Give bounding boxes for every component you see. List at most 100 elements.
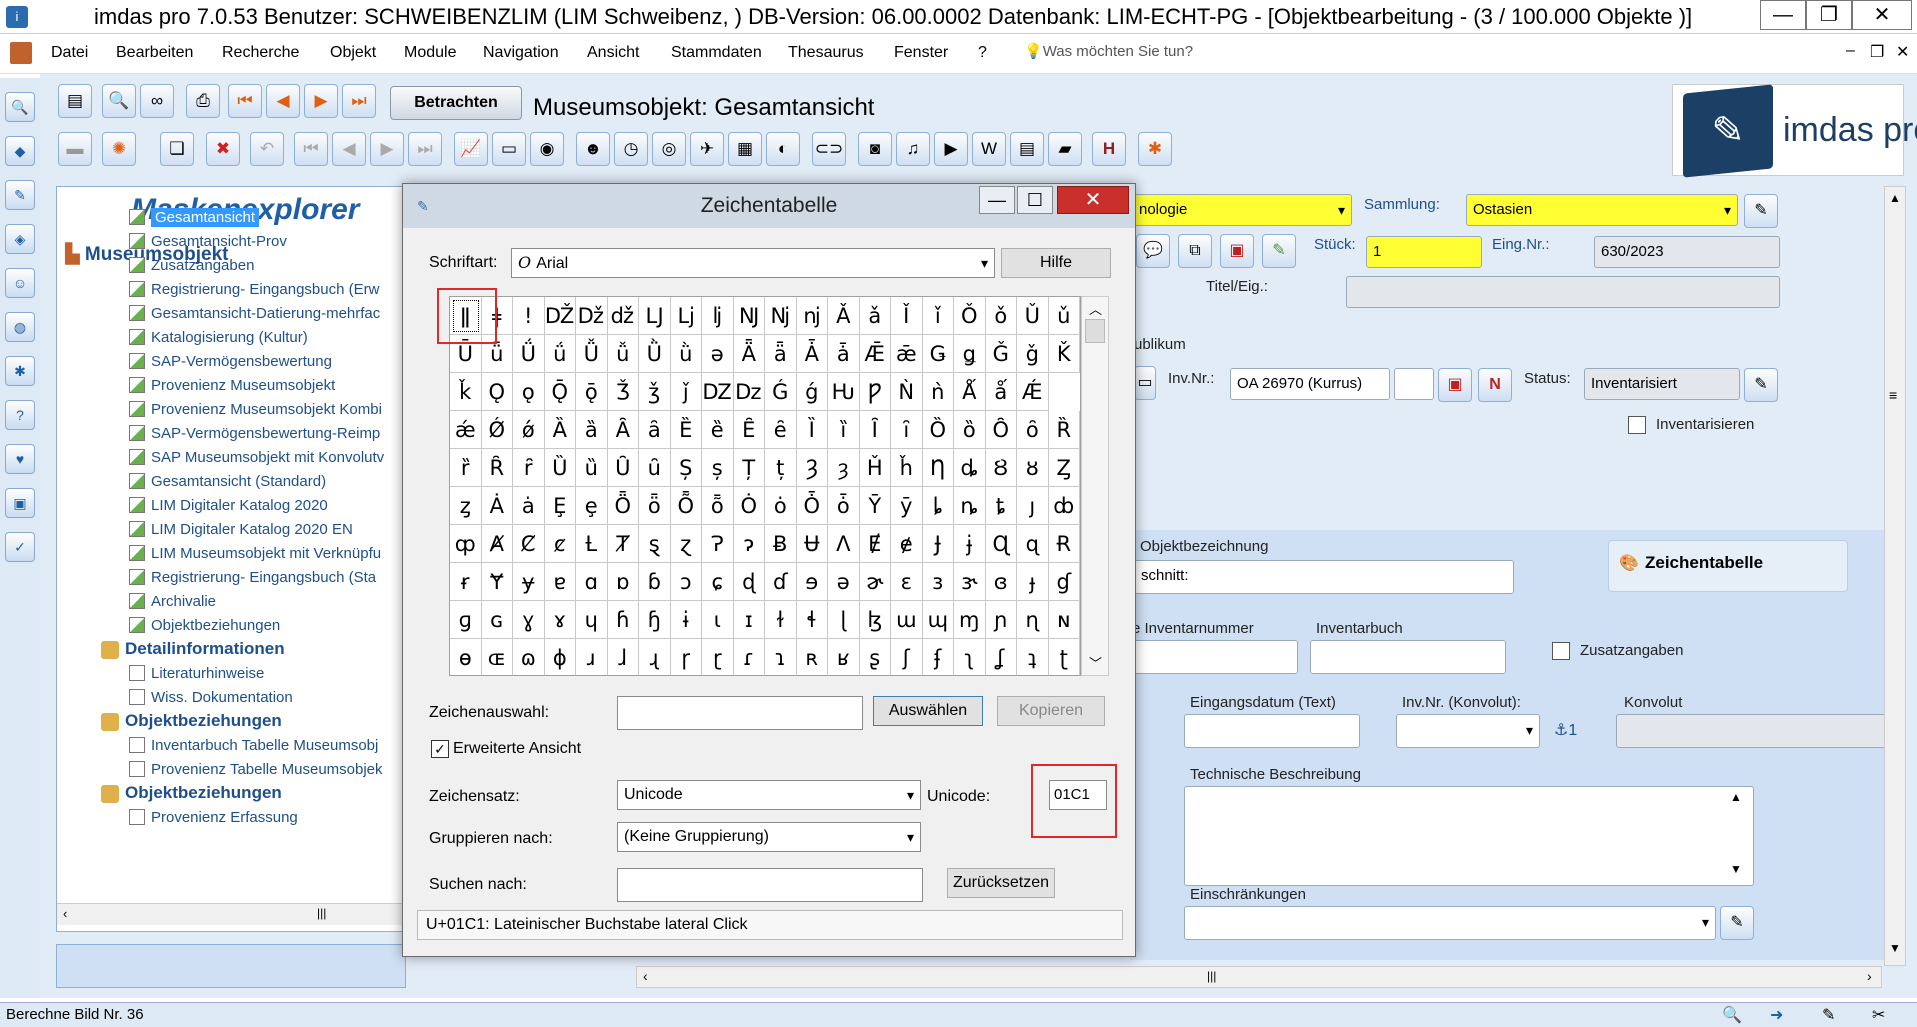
- char-cell[interactable]: Ǹ: [891, 373, 923, 411]
- undo-icon[interactable]: ↶: [250, 132, 284, 166]
- hscroll-left-icon[interactable]: ‹: [643, 968, 648, 984]
- objektbezeichnung-input[interactable]: schnitt:: [1134, 560, 1514, 594]
- char-cell[interactable]: Ȼ: [513, 525, 545, 563]
- auswaehlen-button[interactable]: Auswählen: [873, 696, 983, 726]
- form-horizontal-scrollbar[interactable]: ‹ ||| ›: [636, 966, 1882, 988]
- char-cell[interactable]: Ȓ: [481, 449, 513, 487]
- char-cell[interactable]: ɼ: [671, 639, 702, 675]
- char-cell[interactable]: ȇ: [765, 411, 797, 449]
- char-cell[interactable]: ȥ: [450, 487, 482, 525]
- char-cell[interactable]: Ǔ: [1017, 297, 1049, 335]
- char-cell[interactable]: Ʌ: [828, 525, 860, 563]
- char-cell[interactable]: Ƕ: [828, 373, 860, 411]
- char-cell[interactable]: ɾ: [734, 639, 765, 675]
- char-cell[interactable]: ɰ: [922, 601, 954, 639]
- char-cell[interactable]: ȉ: [828, 411, 860, 449]
- char-cell[interactable]: ɉ: [954, 525, 986, 563]
- dialog-close-button[interactable]: ✕: [1057, 186, 1129, 214]
- char-cell[interactable]: ɸ: [545, 639, 576, 675]
- save-icon[interactable]: ▬: [58, 132, 92, 166]
- mask-item[interactable]: Inventarbuch Tabelle Museumsobj: [129, 735, 378, 757]
- char-cell[interactable]: Ǘ: [513, 335, 545, 373]
- char-cell[interactable]: Ț: [733, 449, 765, 487]
- mask-item[interactable]: Literaturhinweise: [129, 663, 264, 685]
- grid-scroll-down-icon[interactable]: ﹀: [1089, 653, 1102, 672]
- char-cell[interactable]: ɟ: [1017, 563, 1049, 601]
- char-cell[interactable]: ɪ: [733, 601, 765, 639]
- char-cell[interactable]: ɀ: [670, 525, 702, 563]
- people-icon[interactable]: ☺: [5, 268, 35, 298]
- char-cell[interactable]: Ƀ: [765, 525, 797, 563]
- char-cell[interactable]: ɡ: [450, 601, 482, 639]
- char-cell[interactable]: ȿ: [639, 525, 671, 563]
- mask-item[interactable]: LIM Museumsobjekt mit Verknüpfu: [129, 543, 381, 565]
- folder-icon[interactable]: ◆: [5, 136, 35, 166]
- char-cell[interactable]: ɿ: [765, 639, 797, 675]
- char-cell[interactable]: ǒ: [985, 297, 1017, 335]
- pencil-icon[interactable]: ✎: [1262, 234, 1296, 268]
- char-cell[interactable]: Ƞ: [922, 449, 954, 487]
- schriftart-select[interactable]: O Arial: [511, 248, 995, 278]
- char-cell[interactable]: Ǫ: [481, 373, 513, 411]
- char-cell[interactable]: ɧ: [639, 601, 671, 639]
- char-cell[interactable]: ʇ: [1017, 639, 1049, 675]
- char-cell[interactable]: ǃ: [513, 297, 545, 335]
- zeichentabelle-link[interactable]: Zeichentabelle: [1645, 553, 1763, 573]
- char-cell[interactable]: Ǒ: [954, 297, 986, 335]
- titel-input[interactable]: [1346, 276, 1780, 308]
- char-cell[interactable]: Ɍ: [1048, 525, 1080, 563]
- char-cell[interactable]: Ȉ: [796, 411, 828, 449]
- char-cell[interactable]: Ǎ: [828, 297, 860, 335]
- char-cell[interactable]: ǐ: [922, 297, 954, 335]
- char-cell[interactable]: ɥ: [576, 601, 608, 639]
- minimize-button[interactable]: —: [1760, 0, 1806, 30]
- char-cell[interactable]: ȷ: [1017, 487, 1049, 525]
- zeichenauswahl-input[interactable]: [617, 696, 863, 730]
- char-cell[interactable]: Ǉ: [639, 297, 671, 335]
- next-record-icon[interactable]: ▶: [304, 84, 338, 118]
- mask-item[interactable]: Zusatzangaben: [129, 255, 254, 277]
- mdi-close-button[interactable]: ✕: [1896, 42, 1909, 62]
- sammlung-select[interactable]: Ostasien: [1466, 194, 1738, 226]
- char-cell[interactable]: ɘ: [796, 563, 828, 601]
- invnr-input[interactable]: OA 26970 (Kurrus): [1230, 368, 1390, 400]
- status-forward-icon[interactable]: ➜: [1770, 1005, 1783, 1025]
- char-cell[interactable]: ɚ: [859, 563, 891, 601]
- tree-group[interactable]: Objektbeziehungen: [101, 783, 282, 803]
- relations-icon[interactable]: ✱: [1138, 132, 1172, 166]
- inventarbuch-input[interactable]: [1310, 640, 1506, 674]
- hscroll-right-icon[interactable]: ›: [1867, 968, 1872, 984]
- mask-item[interactable]: Gesamtansicht-Datierung-mehrfac: [129, 303, 380, 325]
- char-cell[interactable]: ǯ: [639, 373, 671, 411]
- menu-stammdaten[interactable]: Stammdaten: [671, 44, 762, 62]
- char-cell[interactable]: ɴ: [1048, 601, 1080, 639]
- hands-icon[interactable]: ♥: [5, 444, 35, 474]
- char-cell[interactable]: Ǜ: [639, 335, 671, 373]
- char-cell[interactable]: ǩ: [450, 373, 482, 411]
- char-cell[interactable]: Ȋ: [859, 411, 891, 449]
- char-cell[interactable]: ɶ: [482, 639, 513, 675]
- betrachten-button[interactable]: Betrachten: [390, 86, 522, 120]
- mask-item[interactable]: Gesamtansicht (Standard): [129, 471, 326, 493]
- char-cell[interactable]: ǰ: [670, 373, 702, 411]
- char-cell[interactable]: Ɏ: [481, 563, 513, 601]
- mask-item[interactable]: Katalogisierung (Kultur): [129, 327, 308, 349]
- image-icon[interactable]: ▣: [5, 488, 35, 518]
- char-cell[interactable]: Ƚ: [576, 525, 608, 563]
- char-cell[interactable]: Ǥ: [922, 335, 954, 373]
- menu-module[interactable]: Module: [404, 44, 456, 62]
- char-cell[interactable]: ǆ: [607, 297, 639, 335]
- char-cell[interactable]: Ȇ: [733, 411, 765, 449]
- char-cell[interactable]: Ƿ: [859, 373, 891, 411]
- category-select[interactable]: nologie: [1132, 194, 1352, 226]
- form-vertical-scrollbar[interactable]: ▲ ≡ ▼: [1884, 186, 1906, 966]
- char-cell[interactable]: ɏ: [513, 563, 545, 601]
- char-cell[interactable]: Ȗ: [607, 449, 639, 487]
- char-cell[interactable]: ȋ: [891, 411, 923, 449]
- char-cell[interactable]: ɲ: [985, 601, 1017, 639]
- char-cell[interactable]: ɂ: [733, 525, 765, 563]
- char-cell[interactable]: ʀ: [797, 639, 828, 675]
- char-cell[interactable]: ȫ: [639, 487, 671, 525]
- network-icon[interactable]: ✱: [5, 356, 35, 386]
- char-cell[interactable]: ɳ: [1017, 601, 1049, 639]
